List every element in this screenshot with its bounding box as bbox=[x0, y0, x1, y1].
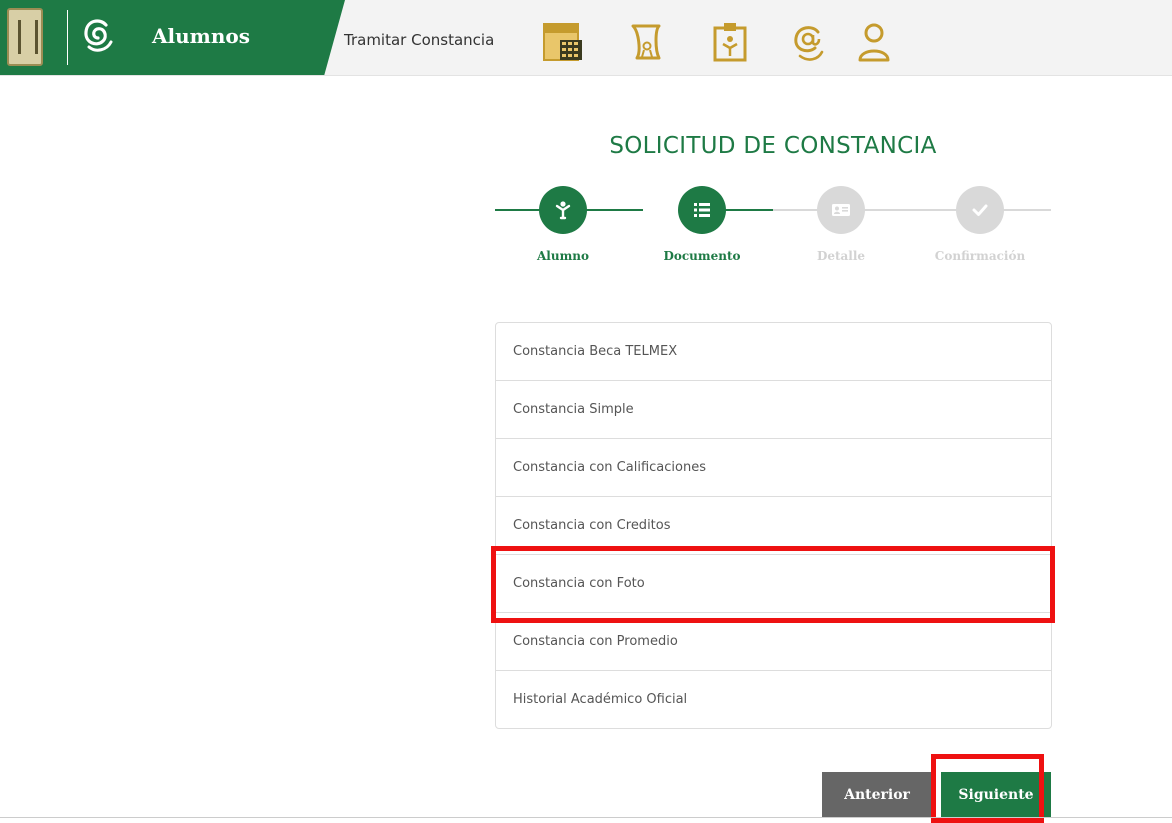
user-icon[interactable] bbox=[852, 20, 896, 66]
step-alumno-circle[interactable] bbox=[539, 186, 587, 234]
wizard-stepper: Alumno Documento Detalle Confirmación bbox=[495, 180, 1051, 270]
step-detalle-circle[interactable] bbox=[817, 186, 865, 234]
brand-banner: Alumnos bbox=[0, 0, 345, 75]
step-documento-circle[interactable] bbox=[678, 186, 726, 234]
footer-divider bbox=[0, 817, 1172, 818]
document-option-beca-telmex[interactable]: Constancia Beca TELMEX bbox=[496, 323, 1051, 381]
step-label-confirmacion: Confirmación bbox=[934, 249, 1026, 263]
document-list: Constancia Beca TELMEX Constancia Simple… bbox=[495, 322, 1052, 729]
document-option-simple[interactable]: Constancia Simple bbox=[496, 381, 1051, 439]
document-option-historial[interactable]: Historial Académico Oficial bbox=[496, 671, 1051, 728]
highlight-box-foto bbox=[491, 546, 1055, 623]
step-label-alumno: Alumno bbox=[536, 249, 590, 263]
university-seal-logo bbox=[7, 8, 43, 66]
brand-divider bbox=[67, 10, 68, 65]
list-icon bbox=[694, 203, 710, 217]
page-label: Tramitar Constancia bbox=[344, 31, 495, 49]
app-title: Alumnos bbox=[152, 24, 250, 48]
swirl-logo-icon bbox=[84, 19, 113, 52]
calendar-icon[interactable] bbox=[540, 20, 584, 66]
check-icon bbox=[972, 204, 988, 216]
top-navbar: Alumnos Tramitar Constancia bbox=[0, 0, 1172, 76]
at-email-icon[interactable] bbox=[788, 20, 832, 66]
scroll-diploma-icon[interactable] bbox=[625, 20, 669, 66]
document-option-calificaciones[interactable]: Constancia con Calificaciones bbox=[496, 439, 1051, 497]
step-connector bbox=[773, 209, 1051, 211]
step-confirmacion-circle[interactable] bbox=[956, 186, 1004, 234]
anterior-button[interactable]: Anterior bbox=[822, 772, 932, 817]
step-label-documento: Documento bbox=[663, 249, 741, 263]
page-title: SOLICITUD DE CONSTANCIA bbox=[609, 133, 937, 159]
clipboard-person-icon[interactable] bbox=[708, 20, 752, 66]
id-card-icon bbox=[832, 204, 850, 216]
person-icon bbox=[555, 201, 571, 220]
step-label-detalle: Detalle bbox=[816, 249, 866, 263]
highlight-box-siguiente bbox=[931, 754, 1044, 823]
